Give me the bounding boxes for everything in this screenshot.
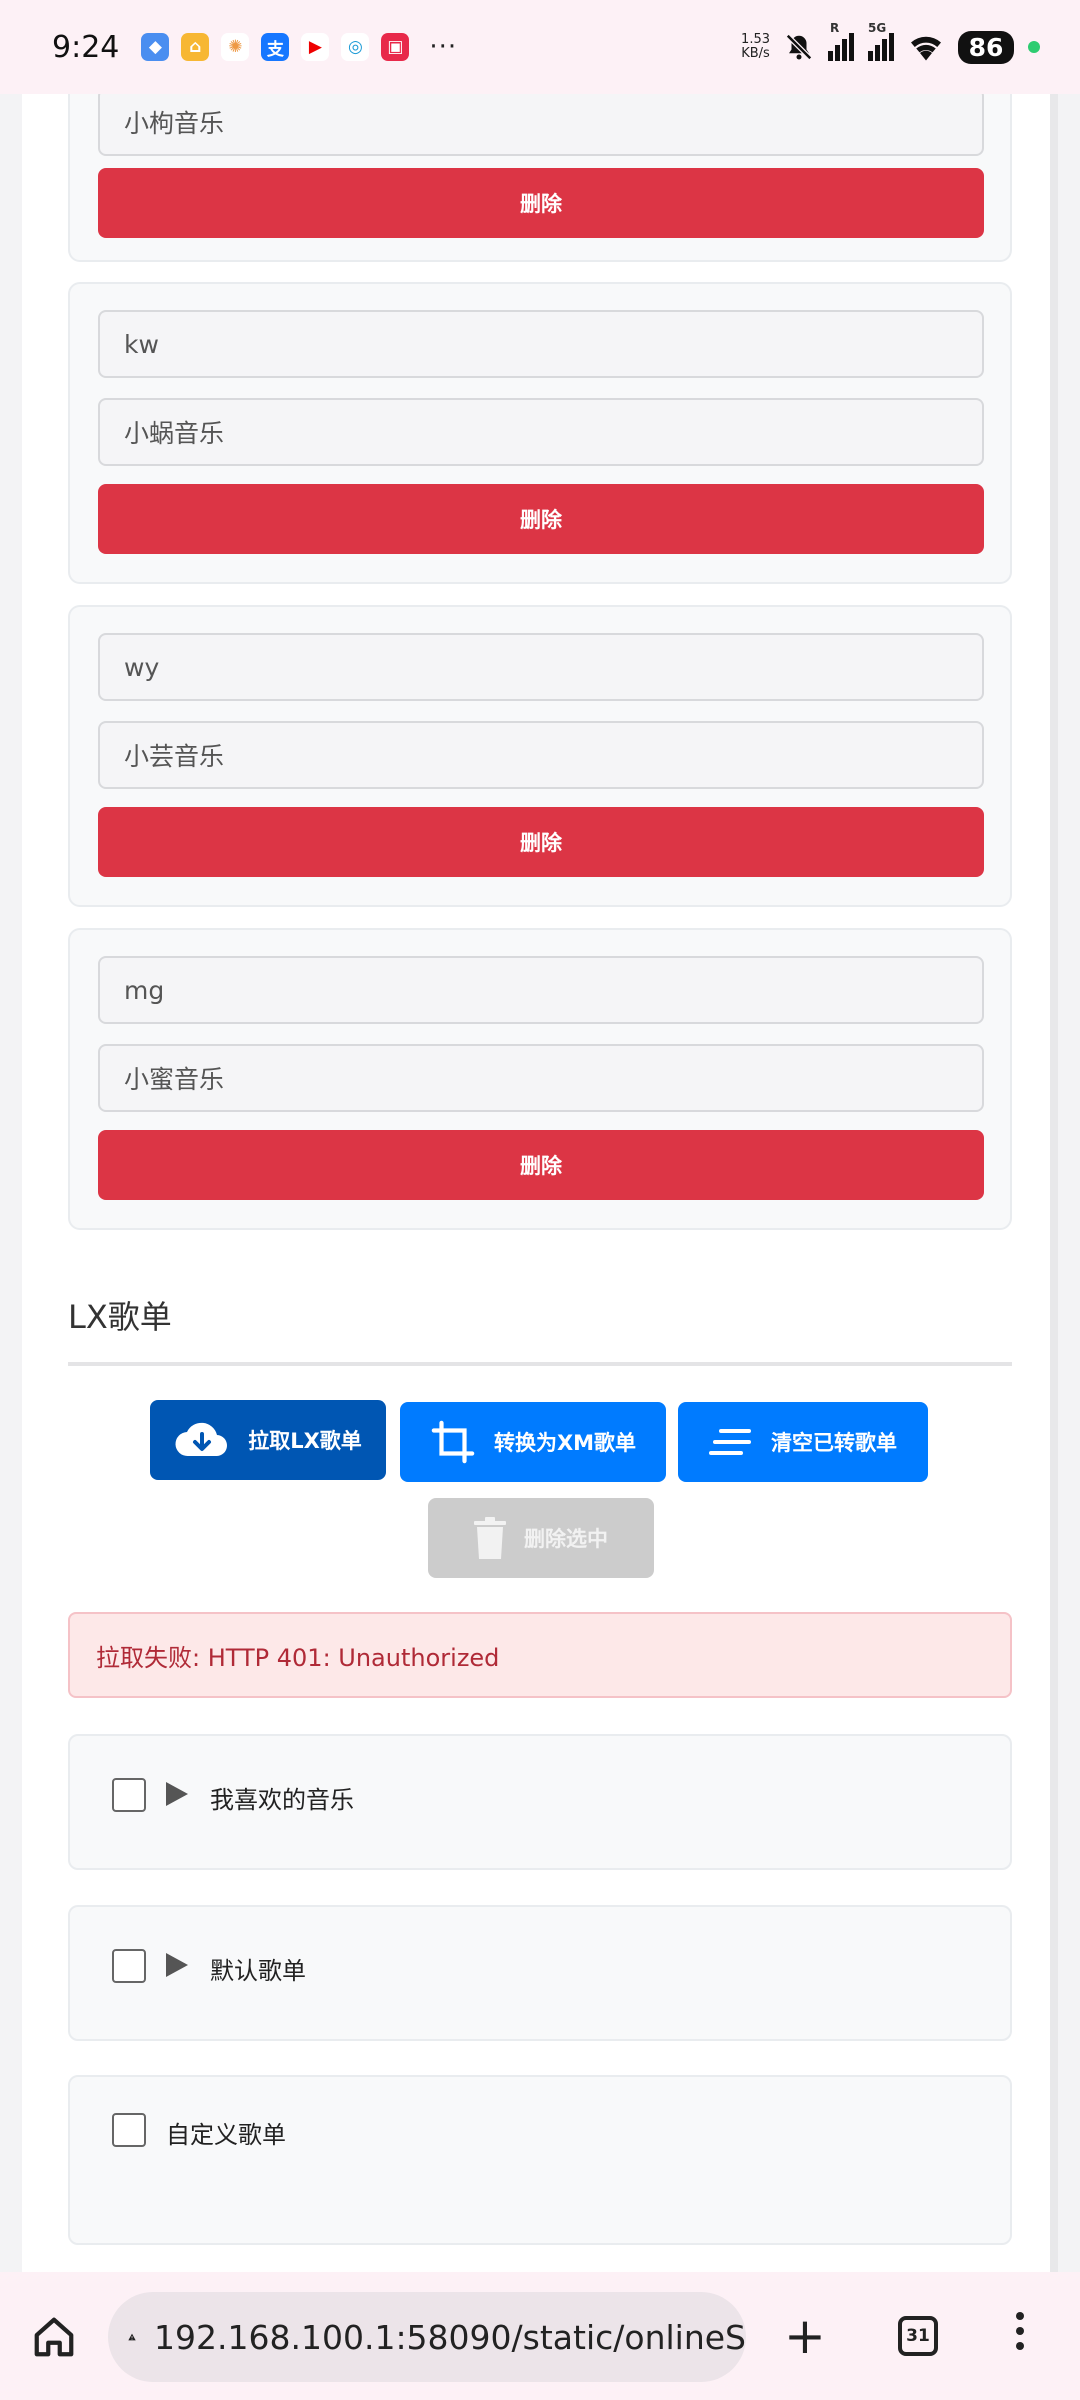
delete-button[interactable]: 删除 bbox=[98, 484, 984, 554]
playlist-name: 默认歌单 bbox=[210, 1957, 306, 1985]
china-mobile-app-icon: ◎ bbox=[341, 33, 370, 61]
app-notification-icon: ◆ bbox=[141, 33, 170, 61]
more-notifications-icon: ··· bbox=[429, 32, 458, 62]
source-card: wy 小芸音乐 删除 bbox=[68, 605, 1012, 907]
clear-converted-button[interactable]: 清空已转歌单 bbox=[678, 1402, 928, 1482]
signal-r-icon: R bbox=[828, 21, 854, 61]
url-text: 192.168.100.1:58090/static/onlineS bbox=[154, 2317, 746, 2357]
source-card: mg 小蜜音乐 删除 bbox=[68, 928, 1012, 1230]
playlist-checkbox[interactable] bbox=[112, 2113, 146, 2147]
shopping-app-icon: ▣ bbox=[381, 33, 410, 61]
playlist-item: 我喜欢的音乐 bbox=[68, 1734, 1012, 1870]
overflow-menu-icon[interactable] bbox=[1016, 2312, 1024, 2350]
pinwheel-app-icon: ✺ bbox=[221, 33, 250, 61]
page-scrollbar[interactable] bbox=[1050, 94, 1058, 2272]
status-time: 9:24 bbox=[52, 29, 120, 65]
source-code-field[interactable]: wy bbox=[98, 633, 984, 701]
notification-icons: ◆ ⌂ ✺ 支 ▶ ◎ ▣ ··· bbox=[141, 32, 457, 62]
privacy-indicator-icon bbox=[1028, 41, 1040, 53]
source-card: kw 小蜗音乐 删除 bbox=[68, 282, 1012, 584]
delete-selected-button[interactable]: 删除选中 bbox=[428, 1498, 654, 1578]
section-divider bbox=[68, 1362, 1012, 1366]
lines-icon bbox=[709, 1429, 751, 1455]
section-title: LX歌单 bbox=[68, 1298, 172, 1336]
delete-button[interactable]: 删除 bbox=[98, 807, 984, 877]
delete-button[interactable]: 删除 bbox=[98, 1130, 984, 1200]
fetch-lx-playlist-button[interactable]: 拉取LX歌单 bbox=[150, 1400, 386, 1480]
browser-toolbar: 192.168.100.1:58090/static/onlineS + 31 bbox=[0, 2272, 1080, 2400]
battery-level: 86 bbox=[958, 30, 1014, 64]
convert-to-xm-button[interactable]: 转换为XM歌单 bbox=[400, 1402, 666, 1482]
expand-triangle-icon[interactable] bbox=[166, 1953, 188, 1977]
error-message: 拉取失败: HTTP 401: Unauthorized bbox=[68, 1612, 1012, 1698]
playlist-name: 自定义歌单 bbox=[166, 2121, 286, 2149]
source-code-field[interactable]: kw bbox=[98, 310, 984, 378]
playlist-name: 我喜欢的音乐 bbox=[210, 1786, 354, 1814]
signal-5g-icon: 5G bbox=[868, 21, 894, 61]
playlist-item: 默认歌单 bbox=[68, 1905, 1012, 2041]
source-card: 小枸音乐 删除 bbox=[68, 94, 1012, 262]
source-code-field[interactable]: mg bbox=[98, 956, 984, 1024]
web-page: 小枸音乐 删除 kw 小蜗音乐 删除 wy 小芸音乐 删除 mg 小蜜音乐 删除… bbox=[22, 94, 1058, 2272]
delete-button[interactable]: 删除 bbox=[98, 168, 984, 238]
source-name-field[interactable]: 小枸音乐 bbox=[98, 94, 984, 156]
address-bar[interactable]: 192.168.100.1:58090/static/onlineS bbox=[108, 2292, 746, 2382]
playlist-checkbox[interactable] bbox=[112, 1949, 146, 1983]
source-name-field[interactable]: 小蜗音乐 bbox=[98, 398, 984, 466]
playlist-checkbox[interactable] bbox=[112, 1778, 146, 1812]
new-tab-icon[interactable]: + bbox=[784, 2311, 826, 2361]
cloud-download-icon bbox=[175, 1422, 228, 1457]
source-name-field[interactable]: 小芸音乐 bbox=[98, 721, 984, 789]
wifi-icon bbox=[911, 36, 941, 61]
crop-icon bbox=[431, 1420, 475, 1464]
trash-icon bbox=[474, 1517, 506, 1559]
warning-icon bbox=[128, 2333, 136, 2341]
youtube-app-icon: ▶ bbox=[301, 33, 330, 61]
alipay-app-icon: 支 bbox=[261, 33, 290, 61]
expand-triangle-icon[interactable] bbox=[166, 1782, 188, 1806]
home-icon[interactable] bbox=[30, 2314, 78, 2360]
playlist-item: 自定义歌单 bbox=[68, 2075, 1012, 2245]
source-name-field[interactable]: 小蜜音乐 bbox=[98, 1044, 984, 1112]
mute-icon bbox=[785, 33, 813, 61]
status-bar: 9:24 ◆ ⌂ ✺ 支 ▶ ◎ ▣ ··· 1.53 KB/s R 5G 86 bbox=[0, 0, 1080, 94]
tab-switcher-button[interactable]: 31 bbox=[898, 2316, 938, 2356]
network-speed: 1.53 KB/s bbox=[741, 32, 770, 61]
home-app-icon: ⌂ bbox=[181, 33, 210, 61]
